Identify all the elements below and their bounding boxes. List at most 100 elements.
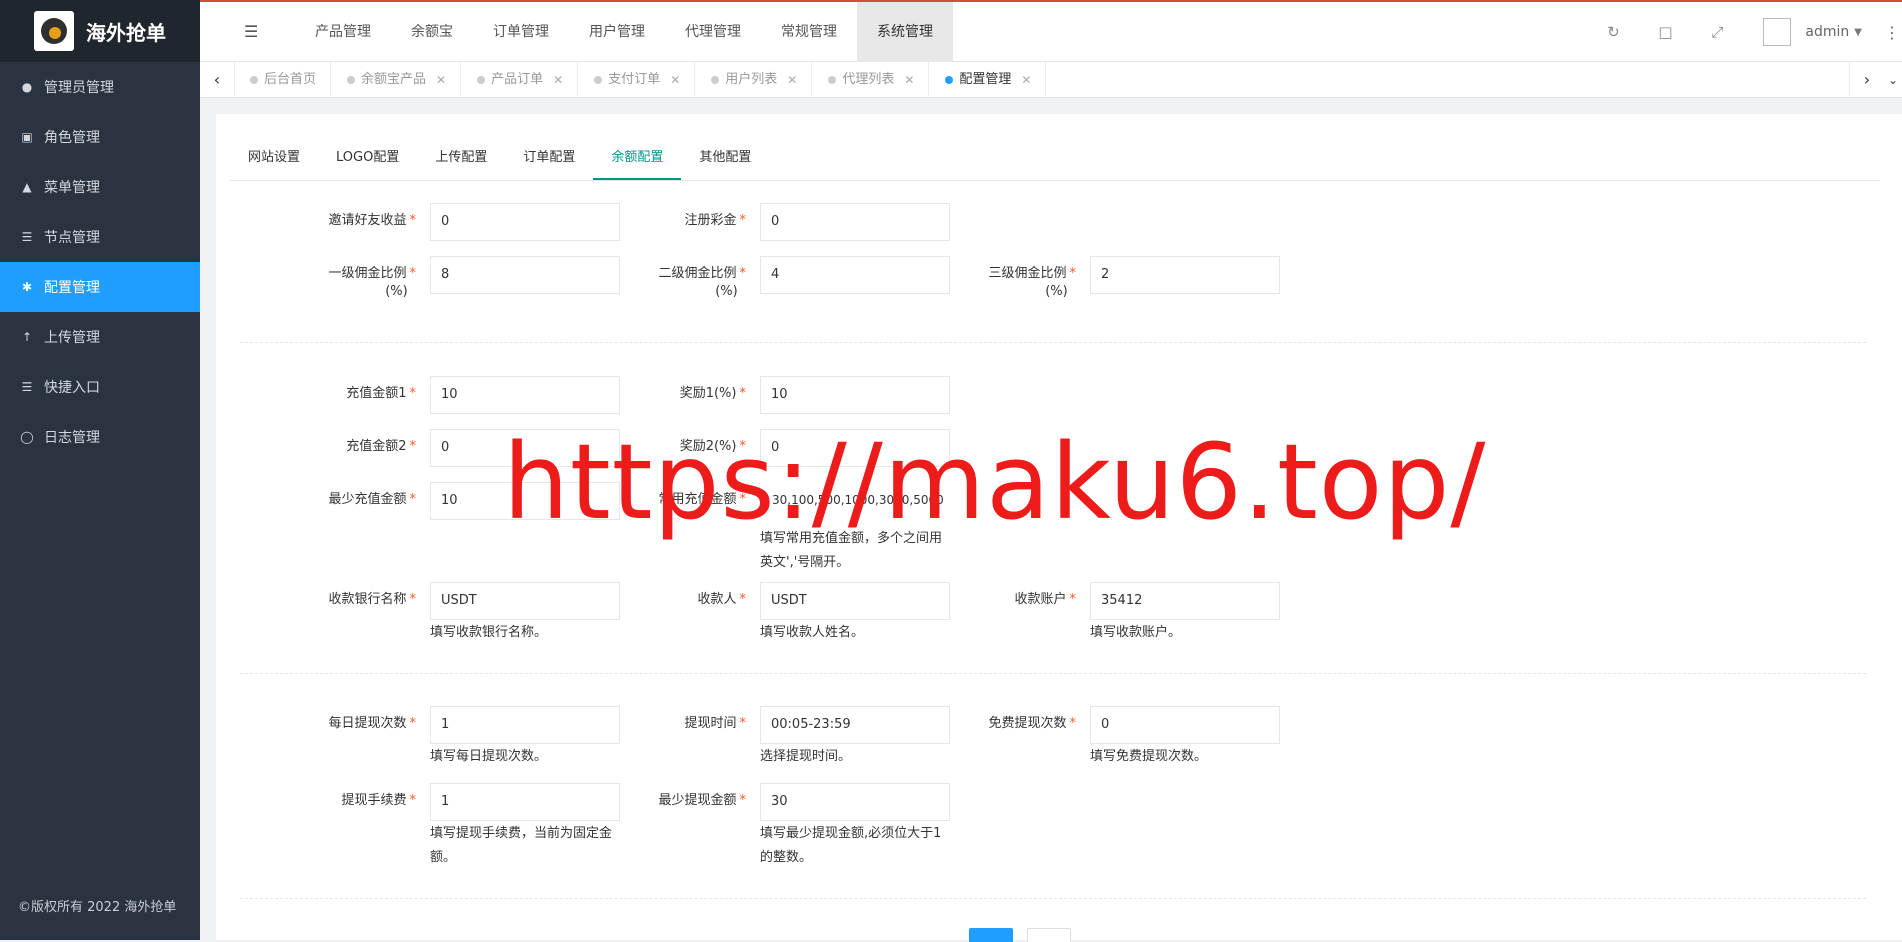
- nav-users[interactable]: 用户管理: [569, 2, 665, 62]
- tab-label: 产品订单: [491, 72, 544, 87]
- close-icon[interactable]: ✕: [904, 62, 914, 98]
- field-label: 提现手续费 *: [341, 793, 416, 808]
- sidebar-toggle-icon[interactable]: ☰: [244, 22, 262, 41]
- withdraw-fee-input[interactable]: 1: [430, 783, 620, 821]
- field-label: 一级佣金比例 * (%): [328, 266, 416, 299]
- tab-config[interactable]: 配置管理 ✕: [929, 62, 1047, 98]
- account-input[interactable]: 35412: [1090, 582, 1280, 620]
- sidebar-item-log[interactable]: ◯ 日志管理: [0, 412, 200, 462]
- nav-products[interactable]: 产品管理: [295, 2, 391, 62]
- payee-input[interactable]: USDT: [760, 582, 950, 620]
- tab-user-list[interactable]: 用户列表 ✕: [695, 62, 813, 98]
- tab-site-settings[interactable]: 网站设置: [230, 136, 318, 180]
- tab-dot: [347, 76, 356, 84]
- invite-reward-input[interactable]: 0: [430, 203, 620, 241]
- field-label: 最少提现金额 *: [658, 793, 746, 808]
- logo[interactable]: 海外抢单: [0, 0, 200, 62]
- sidebar-item-label: 节点管理: [44, 230, 100, 246]
- tab-other-config[interactable]: 其他配置: [681, 136, 769, 180]
- sidebar-item-admin[interactable]: ● 管理员管理: [0, 62, 200, 112]
- log-icon: ◯: [20, 430, 34, 444]
- field-label: 充值金额2 *: [346, 439, 416, 454]
- sidebar-item-config[interactable]: ✱ 配置管理: [0, 262, 200, 312]
- reward1-input[interactable]: 10: [760, 376, 950, 414]
- tab-dot: [477, 76, 486, 84]
- close-icon[interactable]: ✕: [787, 62, 797, 98]
- field-label: 二级佣金比例 * (%): [658, 266, 746, 299]
- field-label: 最少充值金额 *: [328, 492, 416, 507]
- sidebar-item-menu[interactable]: ▲ 菜单管理: [0, 162, 200, 212]
- nav-orders[interactable]: 订单管理: [473, 2, 569, 62]
- sidebar-item-shortcut[interactable]: ☰ 快捷入口: [0, 362, 200, 412]
- fullscreen-icon[interactable]: ⤢: [1691, 23, 1743, 41]
- sidebar-item-role[interactable]: ▣ 角色管理: [0, 112, 200, 162]
- top-nav: 产品管理 余额宝 订单管理 用户管理 代理管理 常规管理 系统管理: [295, 2, 953, 62]
- tab-dropdown-icon[interactable]: ⌄: [1884, 62, 1902, 98]
- nav-yuebao[interactable]: 余额宝: [391, 2, 473, 62]
- avatar[interactable]: [1763, 18, 1792, 46]
- username[interactable]: admin: [1805, 24, 1849, 40]
- field-label: 收款银行名称 *: [328, 592, 416, 607]
- close-icon[interactable]: ✕: [1021, 62, 1031, 98]
- bank-name-input[interactable]: USDT: [430, 582, 620, 620]
- sidebar-item-label: 配置管理: [44, 280, 100, 296]
- sidebar-item-label: 日志管理: [44, 430, 100, 446]
- daily-withdraw-input[interactable]: 1: [430, 706, 620, 744]
- sidebar-item-label: 上传管理: [44, 330, 100, 346]
- copyright: ©版权所有 2022 海外抢单: [18, 900, 177, 915]
- tab-logo-config[interactable]: LOGO配置: [318, 136, 417, 180]
- tab-next-icon[interactable]: ›: [1849, 62, 1884, 98]
- recharge1-input[interactable]: 10: [430, 376, 620, 414]
- caret-down-icon[interactable]: ▼: [1854, 27, 1862, 38]
- min-withdraw-input[interactable]: 30: [760, 783, 950, 821]
- field-label: 收款账户 *: [1014, 592, 1076, 607]
- free-withdraw-help: 填写免费提现次数。: [1090, 749, 1208, 764]
- tab-agent-list[interactable]: 代理列表 ✕: [812, 62, 930, 98]
- tab-product-order[interactable]: 产品订单 ✕: [461, 62, 579, 98]
- free-withdraw-input[interactable]: 0: [1090, 706, 1280, 744]
- field-label: 免费提现次数 *: [988, 716, 1076, 731]
- close-icon[interactable]: ✕: [553, 62, 563, 98]
- tab-dot: [594, 76, 603, 84]
- top-header: ☰ 产品管理 余额宝 订单管理 用户管理 代理管理 常规管理 系统管理 ↻ □ …: [200, 2, 1902, 62]
- upload-icon: ↑: [21, 330, 33, 344]
- refresh-icon[interactable]: ↻: [1587, 23, 1639, 41]
- trash-icon[interactable]: □: [1639, 23, 1691, 41]
- tab-label: 配置管理: [959, 72, 1012, 87]
- nav-agents[interactable]: 代理管理: [665, 2, 761, 62]
- register-bonus-input[interactable]: 0: [760, 203, 950, 241]
- divider: [240, 342, 1866, 343]
- tab-bar: ‹ 后台首页 余额宝产品 ✕ 产品订单 ✕ 支付订单 ✕ 用户列表 ✕ 代理列表 ✕ 配置…: [200, 62, 1902, 98]
- nav-system[interactable]: 系统管理: [857, 2, 953, 62]
- sidebar: 海外抢单 ● 管理员管理 ▣ 角色管理 ▲ 菜单管理 ☰ 节点管理 ✱ 配置管理…: [0, 0, 200, 940]
- tab-yuebao-product[interactable]: 余额宝产品 ✕: [331, 62, 462, 98]
- list-icon: ☰: [21, 230, 33, 244]
- watermark-text: https://maku6.top/: [503, 421, 1487, 543]
- level2-commission-input[interactable]: 4: [760, 256, 950, 294]
- field-label: 注册彩金 *: [684, 213, 746, 228]
- account-help: 填写收款账户。: [1090, 625, 1182, 640]
- field-label: 提现时间 *: [684, 716, 746, 731]
- tab-home[interactable]: 后台首页: [234, 62, 332, 98]
- close-icon[interactable]: ✕: [670, 62, 680, 98]
- nav-general[interactable]: 常规管理: [761, 2, 857, 62]
- more-icon[interactable]: ⋮: [1884, 23, 1900, 42]
- logo-icon: [34, 11, 74, 51]
- tab-dot: [828, 76, 837, 84]
- tab-upload-config[interactable]: 上传配置: [417, 136, 505, 180]
- close-icon[interactable]: ✕: [436, 62, 446, 98]
- withdraw-time-input[interactable]: 00:05-23:59: [760, 706, 950, 744]
- sidebar-item-upload[interactable]: ↑ 上传管理: [0, 312, 200, 362]
- tab-label: 后台首页: [264, 72, 317, 87]
- tab-label: 余额宝产品: [361, 72, 427, 87]
- tab-balance-config[interactable]: 余额配置: [593, 136, 682, 180]
- tab-prev-icon[interactable]: ‹: [200, 62, 235, 98]
- level1-commission-input[interactable]: 8: [430, 256, 620, 294]
- sidebar-item-node[interactable]: ☰ 节点管理: [0, 212, 200, 262]
- tab-label: 用户列表: [725, 72, 778, 87]
- tab-order-config[interactable]: 订单配置: [505, 136, 593, 180]
- sidebar-item-label: 角色管理: [44, 130, 100, 146]
- tab-payment-order[interactable]: 支付订单 ✕: [578, 62, 696, 98]
- level3-commission-input[interactable]: 2: [1090, 256, 1280, 294]
- field-label: 三级佣金比例 * (%): [988, 266, 1076, 299]
